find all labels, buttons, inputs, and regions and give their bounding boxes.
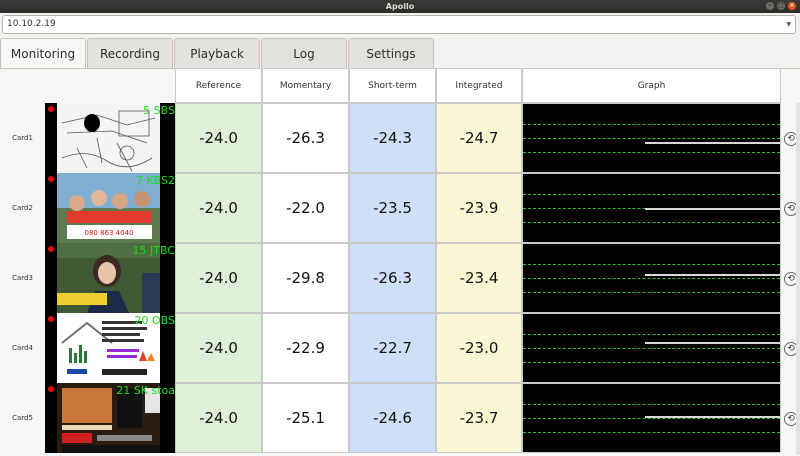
header-short-term: Short-term — [349, 68, 436, 103]
momentary-value: -29.8 — [262, 243, 349, 313]
momentary-value: -25.1 — [262, 383, 349, 453]
short-term-value: -23.5 — [349, 173, 436, 243]
loudness-graph — [522, 173, 781, 243]
loudness-graph — [522, 103, 781, 173]
tab-bar: Monitoring Recording Playback Log Settin… — [0, 38, 435, 69]
record-dot-icon — [48, 246, 54, 252]
reference-value: -24.0 — [175, 103, 262, 173]
record-dot-icon — [48, 176, 54, 182]
channel-label: 20 OBS — [134, 314, 176, 327]
reference-value: -24.0 — [175, 173, 262, 243]
graph-signal-line — [645, 342, 780, 344]
graph-signal-line — [645, 274, 780, 276]
short-term-value: -24.6 — [349, 383, 436, 453]
card-label: Card4 — [12, 344, 33, 352]
graph-signal-line — [645, 208, 780, 210]
window-title: Apollo — [385, 2, 415, 11]
channel-label: 7 KBS2 — [135, 174, 175, 187]
record-dot-icon — [48, 386, 54, 392]
header-integrated: Integrated — [436, 68, 522, 103]
card-label: Card2 — [12, 204, 33, 212]
graph-signal-line — [645, 416, 780, 418]
video-thumbnail[interactable]: 5 SBS — [45, 103, 175, 173]
server-address-select[interactable]: 10.10.2.19 ▼ — [2, 15, 796, 34]
momentary-value: -22.9 — [262, 313, 349, 383]
short-term-value: -22.7 — [349, 313, 436, 383]
graph-signal-line — [645, 142, 780, 144]
header-reference: Reference — [175, 68, 262, 103]
card-label: Card3 — [12, 274, 33, 282]
reference-value: -24.0 — [175, 313, 262, 383]
video-thumbnail[interactable]: 21 SK stoa — [45, 383, 175, 453]
channel-label: 5 SBS — [143, 104, 175, 117]
video-thumbnail[interactable]: 20 OBS — [45, 313, 175, 383]
svg-text:080 863 4040: 080 863 4040 — [85, 229, 134, 237]
window-titlebar: Apollo – □ × — [0, 0, 800, 13]
reference-value: -24.0 — [175, 383, 262, 453]
window-controls: – □ × — [766, 2, 796, 10]
channel-label: 15 JTBC — [132, 244, 176, 257]
header-graph: Graph — [522, 68, 781, 103]
tab-recording[interactable]: Recording — [87, 38, 173, 68]
loudness-graph — [522, 313, 781, 383]
loudness-graph — [522, 383, 781, 453]
card-label: Card5 — [12, 414, 33, 422]
card-label: Card1 — [12, 134, 33, 142]
short-term-value: -26.3 — [349, 243, 436, 313]
integrated-value: -23.7 — [436, 383, 522, 453]
integrated-value: -24.7 — [436, 103, 522, 173]
integrated-value: -23.0 — [436, 313, 522, 383]
reference-value: -24.0 — [175, 243, 262, 313]
tab-log[interactable]: Log — [261, 38, 347, 68]
short-term-value: -24.3 — [349, 103, 436, 173]
momentary-value: -26.3 — [262, 103, 349, 173]
tab-settings[interactable]: Settings — [348, 38, 434, 68]
server-address-value: 10.10.2.19 — [7, 19, 56, 29]
channel-label: 21 SK stoa — [116, 384, 175, 397]
loudness-graph — [522, 243, 781, 313]
tab-playback[interactable]: Playback — [174, 38, 260, 68]
minimize-icon[interactable]: – — [766, 2, 774, 10]
video-thumbnail[interactable]: 15 JTBC — [45, 243, 175, 313]
momentary-value: -22.0 — [262, 173, 349, 243]
close-icon[interactable]: × — [788, 2, 796, 10]
integrated-value: -23.9 — [436, 173, 522, 243]
tab-monitoring[interactable]: Monitoring — [0, 38, 86, 69]
record-dot-icon — [48, 106, 54, 112]
record-dot-icon — [48, 316, 54, 322]
scrollbar[interactable] — [796, 103, 800, 455]
maximize-icon[interactable]: □ — [777, 2, 785, 10]
chevron-down-icon: ▼ — [786, 21, 791, 28]
header-momentary: Momentary — [262, 68, 349, 103]
integrated-value: -23.4 — [436, 243, 522, 313]
video-thumbnail[interactable]: 080 863 4040 7 KBS2 — [45, 173, 175, 243]
